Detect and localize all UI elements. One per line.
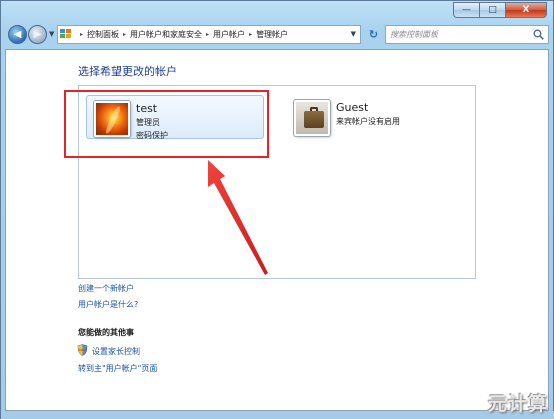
title-bar[interactable]: — □ X <box>1 1 553 21</box>
breadcrumb-separator[interactable]: ▸ <box>249 31 252 38</box>
navigation-bar: ◀ ▶ ▼ ▸ 控制面板 ▸ 用户帐户和家庭安全 ▸ 用户帐户 ▸ 管理帐户 ▼… <box>5 24 549 46</box>
account-status: 来宾帐户没有启用 <box>336 117 400 126</box>
account-status: 密码保护 <box>136 131 168 140</box>
breadcrumb-item-user-accounts-family[interactable]: 用户帐户和家庭安全 <box>130 29 202 40</box>
account-info: test 管理员 密码保护 <box>136 101 168 141</box>
breadcrumb-item-control-panel[interactable]: 控制面板 <box>87 29 119 40</box>
breadcrumb-item-user-accounts[interactable]: 用户帐户 <box>213 29 245 40</box>
account-info: Guest 来宾帐户没有启用 <box>336 100 400 127</box>
refresh-icon: ↻ <box>368 28 379 41</box>
address-bar[interactable]: ▸ 控制面板 ▸ 用户帐户和家庭安全 ▸ 用户帐户 ▸ 管理帐户 ▼ <box>57 25 361 44</box>
account-name: test <box>136 102 158 115</box>
goto-user-accounts-link[interactable]: 转到主"用户帐户"页面 <box>78 363 157 374</box>
user-picture-suitcase <box>294 100 330 136</box>
page-title: 选择希望更改的帐户 <box>78 65 177 78</box>
window-controls: — □ X <box>453 2 547 18</box>
search-icon <box>533 29 544 40</box>
search-box[interactable]: 搜索控制面板 <box>385 25 549 44</box>
search-placeholder: 搜索控制面板 <box>390 30 438 39</box>
breadcrumb-separator[interactable]: ▸ <box>206 31 209 38</box>
shield-icon <box>77 344 88 356</box>
account-tile-test[interactable]: test 管理员 密码保护 <box>86 95 264 141</box>
parental-controls-link[interactable]: 设置家长控制 <box>92 346 140 357</box>
breadcrumb-item-manage-accounts[interactable]: 管理帐户 <box>256 29 288 40</box>
breadcrumb-separator[interactable]: ▸ <box>123 31 126 38</box>
account-name: Guest <box>336 101 369 114</box>
account-tile-guest[interactable]: Guest 来宾帐户没有启用 <box>294 95 464 139</box>
content-pane: 选择希望更改的帐户 test 管理员 密码保护 Guest 来宾帐户没有启用 <box>5 49 549 411</box>
refresh-button[interactable]: ↻ <box>365 26 382 43</box>
address-dropdown-icon[interactable]: ▼ <box>351 30 356 38</box>
other-tasks-heading: 您能做的其他事 <box>78 328 134 337</box>
back-button[interactable]: ◀ <box>8 25 27 44</box>
explorer-window: — □ X ◀ ▶ ▼ ▸ 控制面板 ▸ 用户帐户和家庭安全 ▸ 用户帐户 ▸ … <box>0 0 554 419</box>
maximize-button[interactable]: □ <box>479 2 505 18</box>
minimize-button[interactable]: — <box>453 2 479 18</box>
recent-pages-dropdown-icon[interactable]: ▼ <box>49 30 54 38</box>
watermark: 元计算 <box>488 393 549 415</box>
close-button[interactable]: X <box>505 2 547 18</box>
forward-button[interactable]: ▶ <box>28 25 47 44</box>
what-is-user-account-link[interactable]: 用户帐户是什么? <box>78 299 138 310</box>
control-panel-icon <box>60 29 73 40</box>
right-arrow-icon: ▶ <box>33 29 42 40</box>
user-picture-flower <box>94 101 130 137</box>
left-arrow-icon: ◀ <box>13 29 22 40</box>
account-type: 管理员 <box>136 118 160 127</box>
create-account-link[interactable]: 创建一个新帐户 <box>78 283 134 294</box>
window-bottom-border <box>1 411 554 419</box>
breadcrumb-separator: ▸ <box>80 31 84 38</box>
breadcrumb: ▸ 控制面板 ▸ 用户帐户和家庭安全 ▸ 用户帐户 ▸ 管理帐户 <box>76 29 288 40</box>
